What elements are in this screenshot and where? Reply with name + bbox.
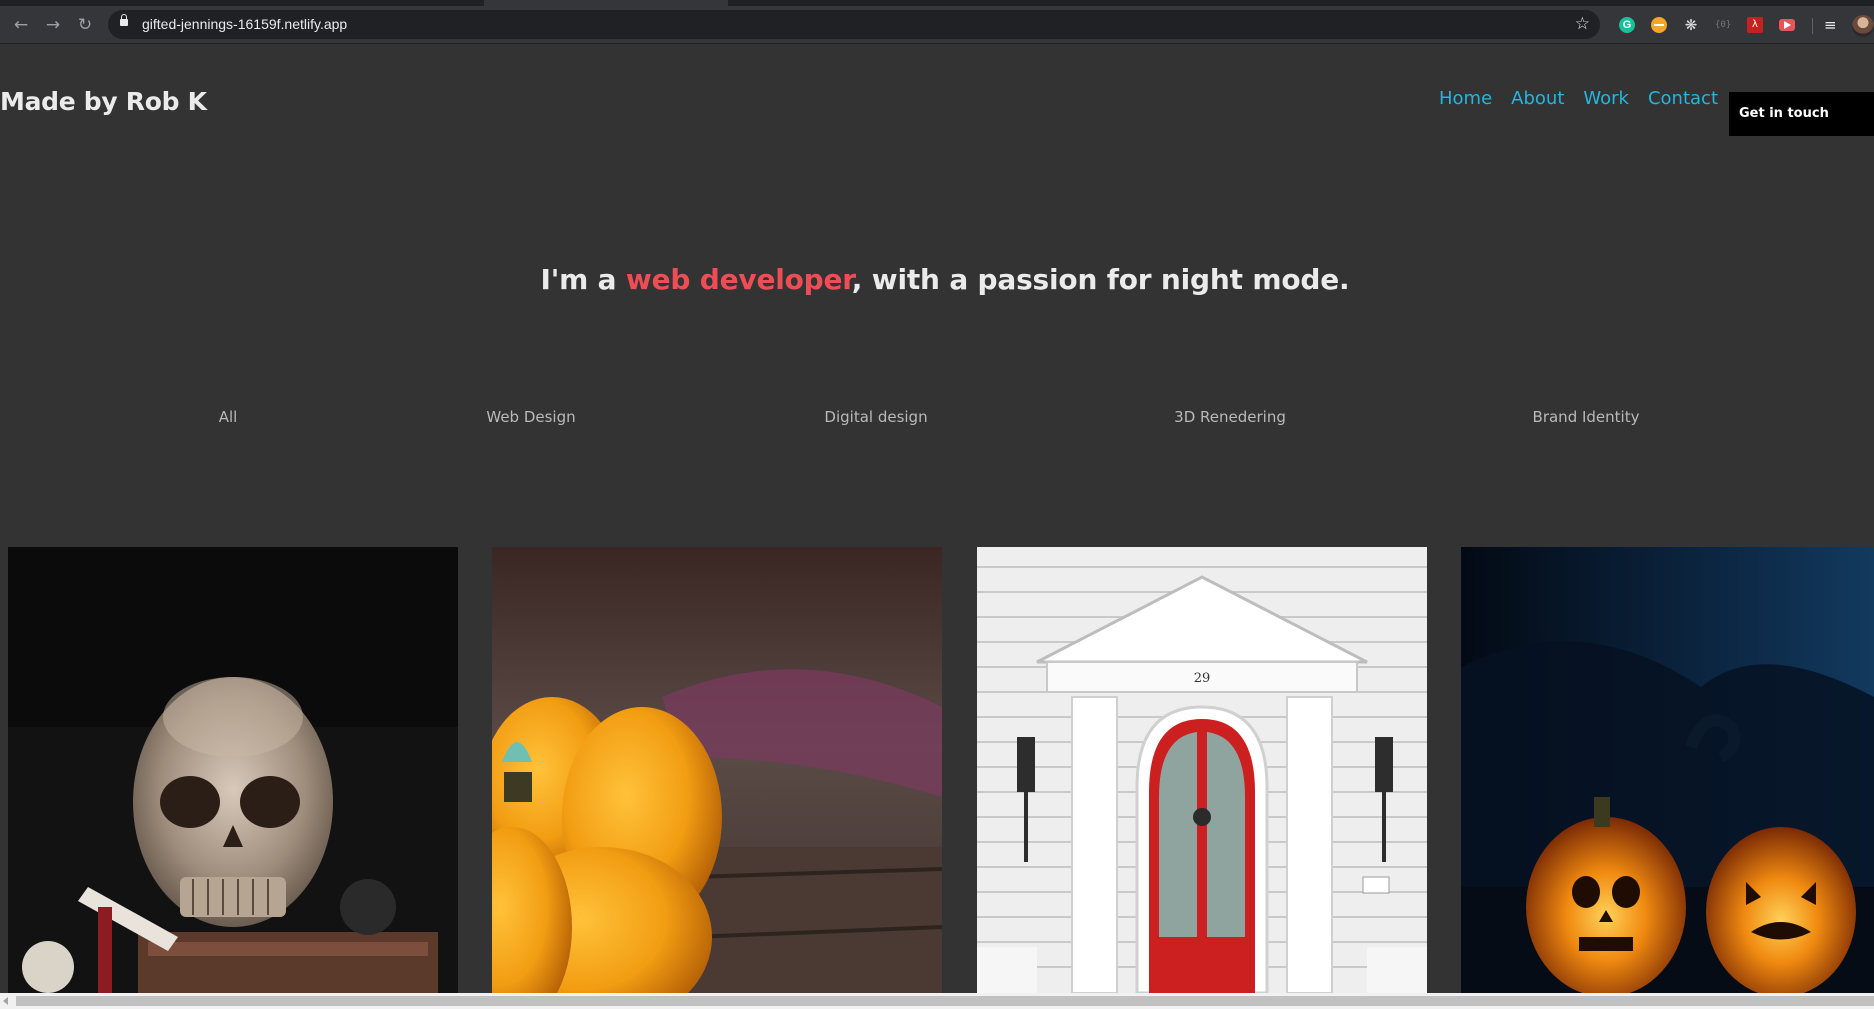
toolbar-divider (1812, 18, 1813, 34)
profile-avatar[interactable] (1852, 15, 1874, 37)
scrollbar-thumb[interactable] (16, 996, 1874, 1006)
main-nav: Home About Work Contact (1420, 86, 1718, 112)
gallery-item-jack-o-lanterns[interactable] (1461, 547, 1874, 993)
grammarly-icon[interactable]: G (1619, 17, 1635, 33)
reading-list-icon[interactable]: ≡ (1824, 17, 1842, 33)
nav-home[interactable]: Home (1439, 86, 1492, 112)
acrobat-icon[interactable]: λ (1747, 17, 1763, 33)
hero-text-after: , with a passion for night mode. (851, 263, 1350, 296)
portfolio-filters: All Web Design Digital design 3D Reneder… (0, 406, 1874, 428)
star-icon[interactable]: ☆ (1575, 13, 1590, 35)
filter-digital-design[interactable]: Digital design (824, 406, 927, 428)
reload-icon[interactable]: ↻ (74, 14, 96, 36)
tag-icon[interactable]: {0} (1715, 17, 1731, 33)
filter-brand-identity[interactable]: Brand Identity (1533, 406, 1640, 428)
filter-3d-rendering[interactable]: 3D Renedering (1174, 406, 1286, 428)
door-photo: 29 (977, 547, 1427, 993)
pumpkin-photo (492, 547, 942, 993)
horizontal-scrollbar[interactable] (0, 993, 1874, 1009)
browser-toolbar: ← → ↻ gifted-jennings-16159f.netlify.app… (0, 6, 1874, 44)
lock-icon[interactable] (120, 14, 128, 28)
nav-work[interactable]: Work (1583, 86, 1629, 112)
gallery-item-skull[interactable] (8, 547, 458, 993)
arrow-right-icon[interactable]: → (42, 14, 64, 36)
arrow-left-icon[interactable]: ← (10, 14, 32, 36)
gallery-item-door[interactable]: 29 (977, 547, 1427, 993)
url-text[interactable]: gifted-jennings-16159f.netlify.app (142, 15, 347, 34)
address-bar[interactable]: gifted-jennings-16159f.netlify.app ☆ (108, 10, 1600, 39)
hero-text-before: I'm a (540, 263, 626, 296)
recorder-icon[interactable] (1779, 19, 1795, 31)
jack-o-lanterns-photo (1461, 547, 1874, 993)
filter-all[interactable]: All (219, 406, 238, 428)
nav-contact[interactable]: Contact (1648, 86, 1718, 112)
hero-headline: I'm a web developer, with a passion for … (0, 262, 1874, 298)
gallery-item-pumpkin[interactable] (492, 547, 942, 993)
filter-web-design[interactable]: Web Design (486, 406, 575, 428)
hero-highlight: web developer (625, 263, 852, 296)
minus-badge-icon[interactable] (1651, 17, 1667, 33)
site-brand[interactable]: Made by Rob K (0, 86, 207, 118)
scroll-left-icon[interactable] (3, 997, 8, 1005)
door-number: 29 (1194, 671, 1211, 686)
get-in-touch-button[interactable]: Get in touch (1729, 92, 1874, 136)
skull-photo (8, 547, 458, 993)
react-devtools-icon[interactable]: ❋ (1683, 17, 1699, 33)
nav-about[interactable]: About (1511, 86, 1564, 112)
